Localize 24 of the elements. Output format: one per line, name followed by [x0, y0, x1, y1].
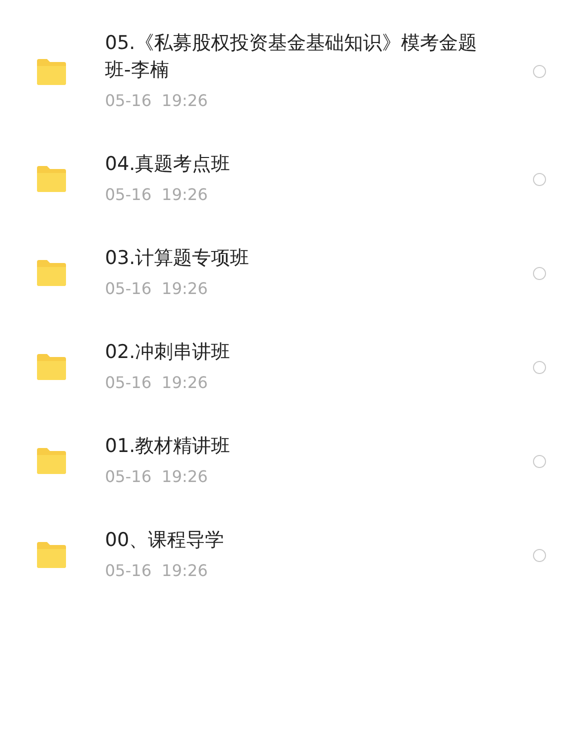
modified-date: 05-16 19:26 [105, 184, 209, 206]
modified-date: 05-16 19:26 [105, 560, 209, 582]
folder-name[interactable]: 00、课程导学 [105, 527, 485, 554]
select-radio[interactable] [533, 454, 546, 468]
modified-date: 05-16 19:26 [105, 90, 209, 112]
folder-name[interactable]: 02.冲刺串讲班 [105, 339, 485, 366]
folder-name[interactable]: 04.真题考点班 [105, 151, 485, 178]
folder-icon [35, 58, 68, 86]
folder-name[interactable]: 03.计算题专项班 [105, 245, 485, 272]
folder-icon [35, 447, 68, 475]
modified-date: 05-16 19:26 [105, 466, 209, 488]
select-radio[interactable] [533, 65, 546, 78]
folder-name[interactable]: 01.教材精讲班 [105, 433, 485, 460]
select-radio[interactable] [533, 548, 546, 562]
select-radio[interactable] [533, 360, 546, 374]
modified-date: 05-16 19:26 [105, 278, 209, 300]
folder-icon [35, 353, 68, 381]
folder-icon [35, 541, 68, 569]
select-radio[interactable] [533, 266, 546, 280]
select-radio[interactable] [533, 172, 546, 186]
folder-name[interactable]: 05.《私募股权投资基金基础知识》模考金题班-李楠 [105, 30, 485, 84]
folder-icon [35, 165, 68, 193]
modified-date: 05-16 19:26 [105, 372, 209, 394]
folder-icon [35, 259, 68, 287]
